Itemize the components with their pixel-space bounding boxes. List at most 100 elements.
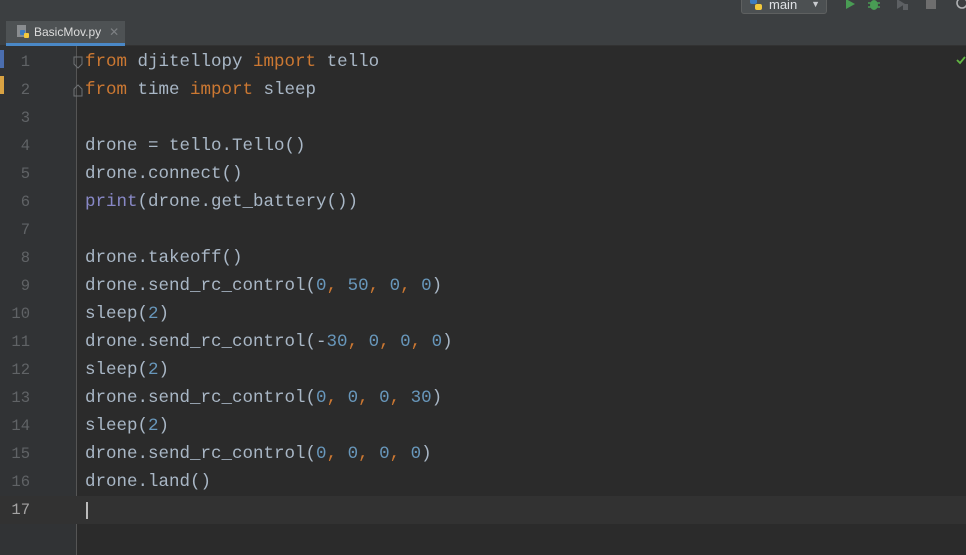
line-number: 10 <box>11 305 30 323</box>
code-token: , <box>389 388 411 408</box>
code-token: sleep( <box>85 416 149 436</box>
code-token: 0 <box>316 388 327 408</box>
text-cursor <box>86 502 88 519</box>
line-number: 16 <box>11 473 30 491</box>
code-token: ) <box>158 304 170 324</box>
code-token: sleep( <box>85 304 149 324</box>
code-token: , <box>326 276 348 296</box>
code-text: drone.send_rc_control(0, 0, 0, 30) <box>85 384 442 412</box>
code-token: 2 <box>148 304 159 324</box>
code-line[interactable]: 9 drone.send_rc_control(0, 50, 0, 0) <box>0 272 966 300</box>
code-line[interactable]: 12 sleep(2) <box>0 356 966 384</box>
code-token: 2 <box>148 360 159 380</box>
fold-icon[interactable] <box>72 56 84 69</box>
tab-label: BasicMov.py <box>34 25 102 39</box>
code-line[interactable]: 1 from djitellopy import tello <box>0 48 966 76</box>
code-line[interactable]: 15 drone.send_rc_control(0, 0, 0, 0) <box>0 440 966 468</box>
code-token: 0 <box>410 444 422 464</box>
code-token: print <box>85 192 138 212</box>
code-line[interactable]: 10 sleep(2) <box>0 300 966 328</box>
debug-icon[interactable] <box>867 0 881 11</box>
code-token: drone.land() <box>85 472 212 492</box>
run-configuration-selector[interactable]: main ▼ <box>741 0 827 14</box>
code-token: ) <box>431 388 443 408</box>
code-line[interactable]: 7 <box>0 216 966 244</box>
tab-basicmov-py[interactable]: BasicMov.py ✕ <box>6 21 126 46</box>
code-token: ) <box>421 444 432 464</box>
code-token: 0 <box>347 388 359 408</box>
code-line[interactable]: 13 drone.send_rc_control(0, 0, 0, 30) <box>0 384 966 412</box>
stop-icon[interactable] <box>924 0 938 11</box>
line-number: 11 <box>11 333 30 351</box>
main-toolbar: main ▼ <box>0 0 966 17</box>
line-number: 3 <box>20 109 30 127</box>
code-token: 0 <box>316 444 327 464</box>
code-line[interactable]: 3 <box>0 104 966 132</box>
code-token: drone.takeoff() <box>85 248 243 268</box>
code-token: 0 <box>431 332 443 352</box>
line-number: 12 <box>11 361 30 379</box>
line-number: 13 <box>11 389 30 407</box>
fold-icon[interactable] <box>72 84 84 97</box>
code-token: , <box>389 444 411 464</box>
code-line[interactable]: 11 drone.send_rc_control(-30, 0, 0, 0) <box>0 328 966 356</box>
line-number: 7 <box>20 221 30 239</box>
code-text: drone.land() <box>85 468 211 496</box>
code-token: 0 <box>379 444 390 464</box>
code-text: drone.send_rc_control(-30, 0, 0, 0) <box>85 328 453 356</box>
run-configuration-label: main <box>769 0 798 12</box>
code-token: drone.send_rc_control(- <box>85 332 327 352</box>
code-line[interactable]: 5 drone.connect() <box>0 160 966 188</box>
code-token: 30 <box>410 388 432 408</box>
code-token: djitellopy <box>127 52 254 72</box>
code-line[interactable]: 2 from time import sleep <box>0 76 966 104</box>
code-token: ) <box>431 276 443 296</box>
line-number: 6 <box>20 193 30 211</box>
code-token: sleep( <box>85 360 149 380</box>
code-text: sleep(2) <box>85 356 169 384</box>
code-token: 0 <box>389 276 401 296</box>
code-text: drone.takeoff() <box>85 244 243 272</box>
code-token: ) <box>158 360 170 380</box>
line-number: 1 <box>20 53 30 71</box>
code-token: 50 <box>347 276 369 296</box>
code-line[interactable]: 16 drone.land() <box>0 468 966 496</box>
code-token: tello <box>316 52 380 72</box>
code-token: 0 <box>316 276 327 296</box>
code-token: , <box>410 332 432 352</box>
code-line[interactable]: 6 print(drone.get_battery()) <box>0 188 966 216</box>
code-token: import <box>190 80 254 100</box>
code-token: drone.send_rc_control( <box>85 444 317 464</box>
code-text: drone.send_rc_control(0, 50, 0, 0) <box>85 272 442 300</box>
python-icon <box>750 0 762 10</box>
code-token: (drone.get_battery()) <box>137 192 359 212</box>
code-token: 0 <box>421 276 432 296</box>
code-editor[interactable]: 1 from djitellopy import tello 2 from time … <box>0 46 966 555</box>
code-line[interactable]: 14 sleep(2) <box>0 412 966 440</box>
editor-tab-bar: BasicMov.py ✕ <box>0 17 966 46</box>
code-token: , <box>326 388 348 408</box>
code-token: drone.connect() <box>85 164 243 184</box>
code-line[interactable]: 17 <box>0 496 966 524</box>
code-token: from <box>85 52 128 72</box>
code-text: print(drone.get_battery()) <box>85 188 358 216</box>
code-line[interactable]: 4 drone = tello.Tello() <box>0 132 966 160</box>
code-line[interactable]: 8 drone.takeoff() <box>0 244 966 272</box>
search-icon[interactable] <box>955 0 966 11</box>
code-token: import <box>253 52 317 72</box>
run-icon[interactable] <box>843 0 857 11</box>
line-number: 15 <box>11 445 30 463</box>
code-text: drone.send_rc_control(0, 0, 0, 0) <box>85 440 432 468</box>
line-number: 8 <box>20 249 30 267</box>
coverage-icon[interactable] <box>895 0 909 11</box>
code-token: 0 <box>400 332 411 352</box>
chevron-down-icon: ▼ <box>811 0 820 9</box>
close-icon[interactable]: ✕ <box>109 25 119 39</box>
code-text: drone.connect() <box>85 160 243 188</box>
code-token: ) <box>442 332 453 352</box>
line-number: 17 <box>11 501 30 519</box>
code-token: , <box>358 444 380 464</box>
inspection-ok-icon[interactable] <box>956 55 966 65</box>
code-text: sleep(2) <box>85 412 169 440</box>
code-text: drone = tello.Tello() <box>85 132 306 160</box>
